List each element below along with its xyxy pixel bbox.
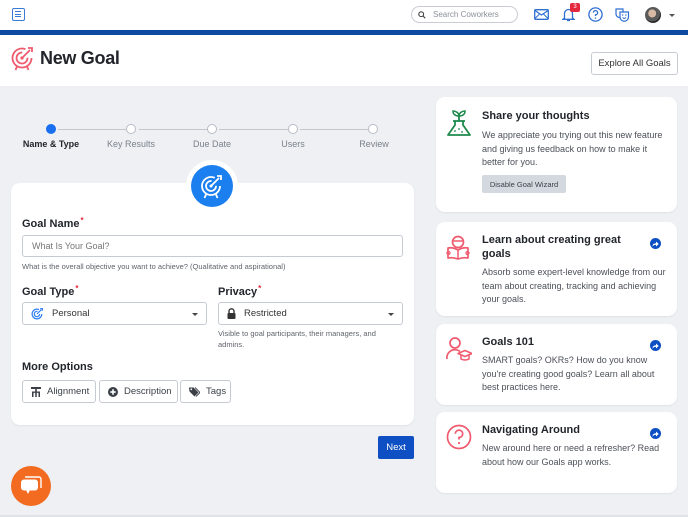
chevron-down-icon	[192, 313, 198, 316]
required-mark: *	[258, 284, 262, 293]
reader-icon	[446, 235, 470, 260]
caret-down-icon[interactable]	[669, 14, 675, 17]
step-connector	[300, 129, 368, 130]
card-title: Learn about creating great goals	[482, 234, 621, 260]
goal-name-label: Goal Name*	[22, 216, 84, 230]
card-body: Absorb some expert-level knowledge from …	[482, 267, 666, 304]
chat-bubble-icon	[21, 476, 42, 494]
chevron-down-icon	[388, 313, 394, 316]
step-dot-name-type[interactable]	[46, 124, 56, 134]
card-title: Navigating Around	[482, 424, 580, 436]
search-icon	[418, 10, 426, 19]
target-icon	[11, 47, 33, 71]
menu-icon[interactable]	[12, 8, 25, 21]
card-body: New around here or need a refresher? Rea…	[482, 443, 660, 467]
alignment-button[interactable]: Alignment	[22, 380, 96, 403]
step-dot-review[interactable]	[368, 124, 378, 134]
disable-goal-wizard-button[interactable]: Disable Goal Wizard	[482, 175, 566, 193]
privacy-label: Privacy*	[218, 284, 262, 298]
privacy-select[interactable]: Restricted	[218, 302, 403, 325]
top-bar	[0, 0, 688, 30]
step-connector	[139, 129, 207, 130]
share-thoughts-card: Share your thoughts We appreciate you tr…	[436, 97, 677, 212]
goal-type-select[interactable]: Personal	[22, 302, 207, 325]
step-label-due-date[interactable]: Due Date	[193, 139, 231, 149]
learn-great-goals-card[interactable]: Learn about creating great goals Absorb …	[436, 222, 677, 316]
step-dot-due-date[interactable]	[207, 124, 217, 134]
masks-icon[interactable]	[615, 7, 630, 22]
card-body: We appreciate you trying out this new fe…	[482, 130, 663, 167]
step-label-users[interactable]: Users	[281, 139, 305, 149]
lock-icon	[227, 308, 236, 319]
required-mark: *	[75, 284, 79, 293]
card-body: SMART goals? OKRs? How do you know you'r…	[482, 355, 655, 392]
question-circle-icon	[446, 424, 472, 450]
step-label-name-type[interactable]: Name & Type	[23, 139, 79, 149]
card-title: Goals 101	[482, 336, 534, 348]
notification-badge: 3	[570, 3, 580, 12]
share-arrow-icon[interactable]	[650, 428, 661, 439]
goal-type-label: Goal Type*	[22, 284, 79, 298]
step-label-review[interactable]: Review	[359, 139, 389, 149]
tags-button[interactable]: Tags	[180, 380, 231, 403]
explore-all-goals-button[interactable]: Explore All Goals	[591, 52, 678, 75]
privacy-value: Restricted	[244, 308, 287, 319]
description-label: Description	[124, 386, 172, 397]
goal-name-hint: What is the overall objective you want t…	[22, 262, 286, 271]
alignment-label: Alignment	[47, 386, 90, 397]
help-icon[interactable]	[588, 7, 603, 22]
tags-icon	[189, 386, 200, 397]
plus-circle-icon	[108, 386, 118, 397]
goals-101-card[interactable]: Goals 101 SMART goals? OKRs? How do you …	[436, 324, 677, 405]
privacy-hint: Visible to goal participants, their mana…	[218, 329, 376, 349]
navigating-around-card[interactable]: Navigating Around New around here or nee…	[436, 412, 677, 493]
search-placeholder: Search Coworkers	[433, 10, 499, 19]
mail-icon[interactable]	[534, 9, 549, 20]
graduate-icon	[446, 337, 472, 361]
hierarchy-icon	[31, 386, 41, 397]
flask-sprout-icon	[447, 110, 471, 136]
tags-label: Tags	[206, 386, 227, 397]
step-connector	[58, 129, 126, 130]
goal-type-value: Personal	[52, 308, 90, 319]
more-options-label: More Options	[22, 361, 93, 373]
step-dot-users[interactable]	[288, 124, 298, 134]
share-arrow-icon[interactable]	[650, 238, 661, 249]
chat-launcher-button[interactable]	[11, 466, 51, 506]
goal-badge	[186, 160, 238, 212]
step-dot-key-results[interactable]	[126, 124, 136, 134]
required-mark: *	[80, 216, 84, 225]
search-coworkers-input[interactable]: Search Coworkers	[411, 6, 518, 23]
wizard-stepper: Name & Type Key Results Due Date Users R…	[0, 120, 420, 155]
card-title: Share your thoughts	[482, 110, 590, 122]
goal-name-input[interactable]	[22, 235, 403, 257]
next-button[interactable]: Next	[378, 436, 414, 459]
target-icon	[31, 307, 43, 319]
description-button[interactable]: Description	[99, 380, 178, 403]
page-title: New Goal	[40, 48, 120, 68]
avatar[interactable]	[645, 7, 661, 23]
share-arrow-icon[interactable]	[650, 340, 661, 351]
target-icon	[201, 175, 222, 199]
step-label-key-results[interactable]: Key Results	[107, 139, 155, 149]
step-connector	[219, 129, 288, 130]
